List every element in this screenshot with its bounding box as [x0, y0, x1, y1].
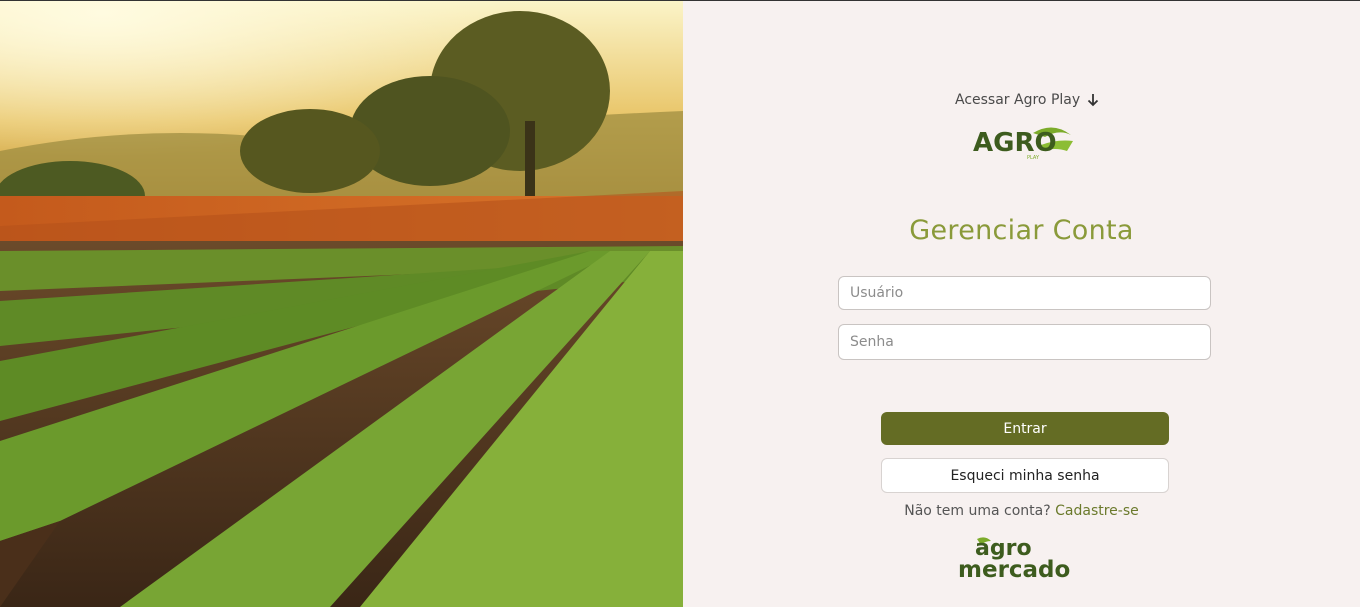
agro-mercado-logo: agro mercado	[955, 533, 1095, 583]
login-panel: Acessar Agro Play AGRO PLAY Gerenciar Co…	[683, 1, 1360, 607]
agro-play-logo: AGRO PLAY	[971, 123, 1075, 161]
hero-image	[0, 1, 683, 607]
agro-play-logo-sub: PLAY	[1027, 155, 1040, 161]
password-input[interactable]	[838, 324, 1211, 360]
page-title: Gerenciar Conta	[909, 215, 1134, 246]
forgot-password-button[interactable]: Esqueci minha senha	[881, 458, 1169, 493]
access-agro-play-link[interactable]: Acessar Agro Play	[955, 89, 1100, 111]
agro-mercado-logo-line2: mercado	[958, 557, 1070, 583]
arrow-down-icon	[1086, 93, 1100, 107]
username-input[interactable]	[838, 276, 1211, 310]
access-agro-play-label: Acessar Agro Play	[955, 92, 1081, 108]
login-button[interactable]: Entrar	[881, 412, 1169, 445]
signup-prompt: Não tem uma conta?	[904, 503, 1051, 519]
agro-play-logo-main: AGRO	[973, 128, 1057, 158]
signup-link[interactable]: Cadastre-se	[1055, 503, 1139, 519]
signup-row: Não tem uma conta? Cadastre-se	[683, 503, 1360, 519]
